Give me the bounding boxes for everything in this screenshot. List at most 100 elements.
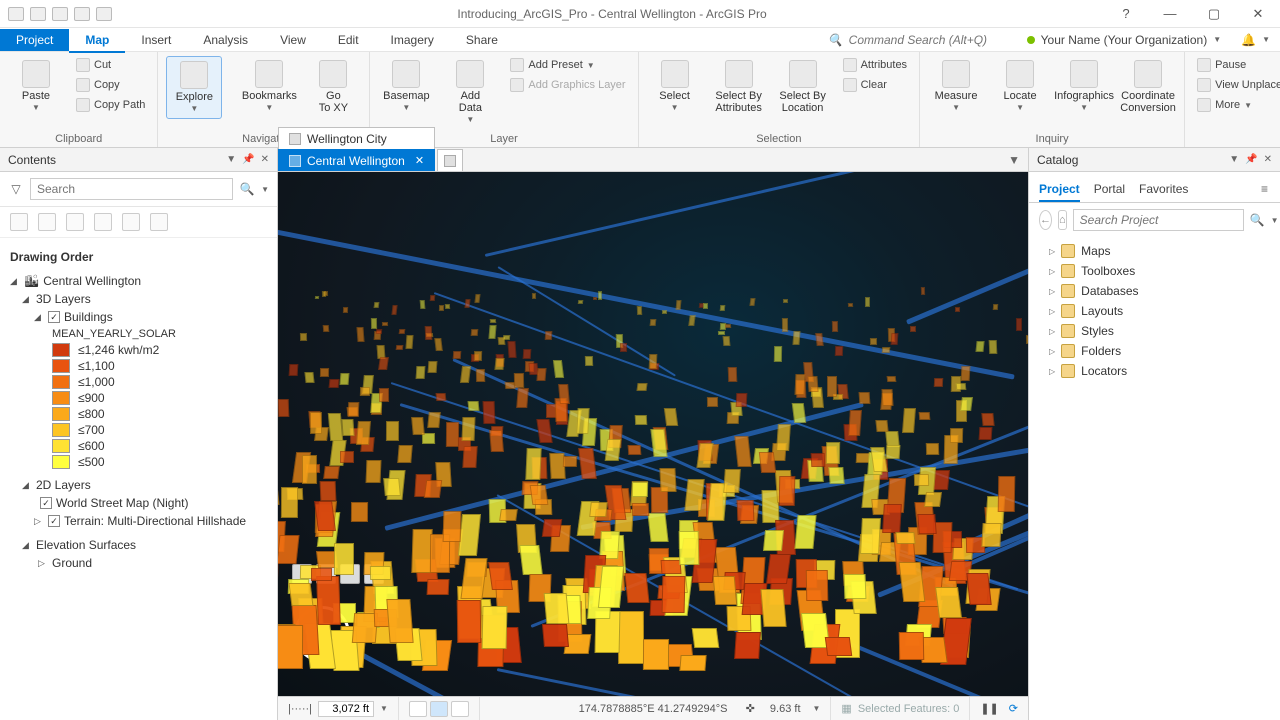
ribbon-tab-imagery[interactable]: Imagery xyxy=(375,29,450,51)
expand-icon[interactable]: ▷ xyxy=(1049,287,1055,296)
layer-buildings[interactable]: ◢✓Buildings xyxy=(10,308,267,326)
add-data-button[interactable]: Add Data▼ xyxy=(442,56,498,129)
ribbon-tab-share[interactable]: Share xyxy=(450,29,514,51)
pin-icon[interactable]: 📌 xyxy=(1245,154,1257,165)
coordinate-conversion-button[interactable]: Coordinate Conversion xyxy=(1120,56,1176,118)
expand-icon[interactable]: ▷ xyxy=(1049,347,1055,356)
catalog-home-button[interactable]: ⌂ xyxy=(1058,210,1067,230)
attributes-button[interactable]: Attributes xyxy=(839,56,911,74)
catalog-tab-favorites[interactable]: Favorites xyxy=(1139,178,1188,202)
select-by-location-button[interactable]: Select By Location xyxy=(775,56,831,118)
panel-close-icon[interactable]: ✕ xyxy=(261,154,269,165)
ribbon-tab-analysis[interactable]: Analysis xyxy=(187,29,264,51)
qat-open-icon[interactable] xyxy=(30,7,46,21)
group-elevation[interactable]: ◢Elevation Surfaces xyxy=(10,536,267,554)
document-tab[interactable]: Wellington City xyxy=(278,127,435,149)
ribbon-tab-view[interactable]: View xyxy=(264,29,322,51)
select-button[interactable]: Select▼ xyxy=(647,56,703,117)
catalog-back-button[interactable]: ← xyxy=(1039,210,1052,230)
scale-input[interactable] xyxy=(318,701,374,717)
maximize-button[interactable]: ▢ xyxy=(1192,0,1236,28)
ribbon-tab-map[interactable]: Map xyxy=(69,29,125,53)
checkbox-icon[interactable]: ✓ xyxy=(48,311,60,323)
ground-surface[interactable]: ▷Ground xyxy=(10,554,267,572)
select-by-attributes-button[interactable]: Select By Attributes xyxy=(711,56,767,118)
refresh-button[interactable]: ⟳ xyxy=(1009,702,1018,715)
layer-world-street-map[interactable]: ✓World Street Map (Night) xyxy=(10,494,267,512)
more-labeling-button[interactable]: More▼ xyxy=(1193,96,1280,114)
panel-dropdown-icon[interactable]: ▼ xyxy=(1229,154,1239,165)
list-by-selection-icon[interactable] xyxy=(66,213,84,231)
ribbon-tab-edit[interactable]: Edit xyxy=(322,29,375,51)
user-account[interactable]: Your Name (Your Organization) ▼ xyxy=(1017,33,1231,47)
goto-xy-button[interactable]: Go To XY xyxy=(305,56,361,118)
ribbon-tab-insert[interactable]: Insert xyxy=(125,29,187,51)
command-search[interactable]: 🔍 xyxy=(820,33,1017,47)
add-preset-button[interactable]: Add Preset▼ xyxy=(506,56,629,74)
catalog-tab-project[interactable]: Project xyxy=(1039,178,1080,202)
catalog-item-styles[interactable]: ▷Styles xyxy=(1029,321,1280,341)
catalog-item-folders[interactable]: ▷Folders xyxy=(1029,341,1280,361)
locate-button[interactable]: Locate▼ xyxy=(992,56,1048,117)
panel-dropdown-icon[interactable]: ▼ xyxy=(226,154,236,165)
snap-3[interactable] xyxy=(451,701,469,717)
tab-menu-button[interactable]: ▼ xyxy=(1000,149,1028,171)
catalog-item-layouts[interactable]: ▷Layouts xyxy=(1029,301,1280,321)
new-view-button[interactable] xyxy=(437,149,463,171)
close-button[interactable]: ✕ xyxy=(1236,0,1280,28)
pin-icon[interactable]: 📌 xyxy=(242,154,254,165)
expand-icon[interactable]: ▷ xyxy=(1049,307,1055,316)
catalog-item-toolboxes[interactable]: ▷Toolboxes xyxy=(1029,261,1280,281)
pause-labeling-button[interactable]: Pause xyxy=(1193,56,1280,74)
paste-button[interactable]: Paste▼ xyxy=(8,56,64,117)
snap-1[interactable] xyxy=(409,701,427,717)
expand-icon[interactable]: ▷ xyxy=(1049,267,1055,276)
qat-new-icon[interactable] xyxy=(8,7,24,21)
scale-cell[interactable]: |·····|▼ xyxy=(278,697,399,720)
bookmarks-button[interactable]: Bookmarks▼ xyxy=(241,56,297,117)
view-unplaced-button[interactable]: View Unplaced xyxy=(1193,76,1280,94)
catalog-tab-portal[interactable]: Portal xyxy=(1094,178,1125,202)
list-by-snapping-icon[interactable] xyxy=(122,213,140,231)
list-by-drawing-icon[interactable] xyxy=(10,213,28,231)
catalog-item-maps[interactable]: ▷Maps xyxy=(1029,241,1280,261)
infographics-button[interactable]: Infographics▼ xyxy=(1056,56,1112,117)
panel-close-icon[interactable]: ✕ xyxy=(1264,154,1272,165)
list-by-editing-icon[interactable] xyxy=(94,213,112,231)
selected-features-cell[interactable]: ▦Selected Features: 0 xyxy=(831,697,970,720)
group-2d-layers[interactable]: ◢2D Layers xyxy=(10,476,267,494)
basemap-button[interactable]: Basemap▼ xyxy=(378,56,434,117)
help-button[interactable]: ? xyxy=(1104,0,1148,28)
measure-button[interactable]: Measure▼ xyxy=(928,56,984,117)
scene-node[interactable]: ◢🏙Central Wellington xyxy=(10,272,267,290)
catalog-search-input[interactable] xyxy=(1073,209,1244,231)
cut-button[interactable]: Cut xyxy=(72,56,149,74)
qat-save-icon[interactable] xyxy=(52,7,68,21)
clear-selection-button[interactable]: Clear xyxy=(839,76,911,94)
expand-icon[interactable]: ▷ xyxy=(1049,247,1055,256)
snap-2[interactable] xyxy=(430,701,448,717)
list-by-labeling-icon[interactable] xyxy=(150,213,168,231)
copy-button[interactable]: Copy xyxy=(72,76,149,94)
notifications-button[interactable]: 🔔▼ xyxy=(1231,33,1280,47)
close-tab-icon[interactable]: ✕ xyxy=(415,154,424,167)
qat-undo-icon[interactable] xyxy=(74,7,90,21)
search-icon[interactable]: 🔍 xyxy=(239,181,255,197)
filter-icon[interactable]: ▽ xyxy=(8,181,24,197)
group-3d-layers[interactable]: ◢3D Layers xyxy=(10,290,267,308)
expand-icon[interactable]: ▷ xyxy=(1049,327,1055,336)
checkbox-icon[interactable]: ✓ xyxy=(48,515,60,527)
search-icon[interactable]: 🔍 xyxy=(1250,213,1265,227)
explore-button[interactable]: Explore▼ xyxy=(166,56,222,119)
catalog-item-locators[interactable]: ▷Locators xyxy=(1029,361,1280,381)
checkbox-icon[interactable]: ✓ xyxy=(40,497,52,509)
contents-search-input[interactable] xyxy=(30,178,233,200)
document-tab[interactable]: Central Wellington✕ xyxy=(278,149,435,171)
coordinates-cell[interactable]: 174.7878885°E 41.2749294°S ✜ 9.63 ft▼ xyxy=(569,697,832,720)
layer-terrain[interactable]: ▷✓Terrain: Multi-Directional Hillshade xyxy=(10,512,267,530)
minimize-button[interactable]: — xyxy=(1148,0,1192,28)
list-by-source-icon[interactable] xyxy=(38,213,56,231)
add-graphics-button[interactable]: Add Graphics Layer xyxy=(506,76,629,94)
command-search-input[interactable] xyxy=(849,33,1009,47)
catalog-menu-icon[interactable]: ≡ xyxy=(1259,178,1270,202)
